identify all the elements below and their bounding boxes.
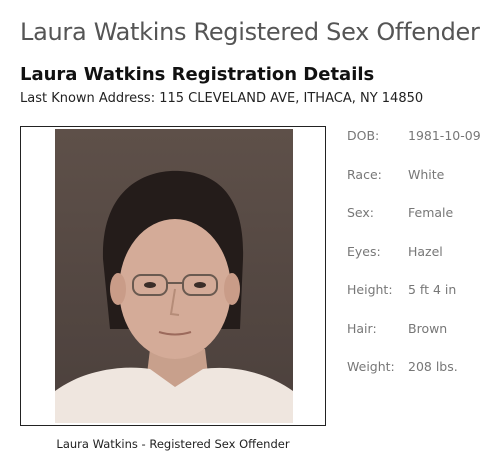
fact-value: 5 ft 4 in [408,282,457,297]
last-known-address: Last Known Address: 115 CLEVELAND AVE, I… [20,91,424,106]
fact-value: 1981-10-09 [408,128,481,143]
fact-label: Height: [347,282,393,297]
photo-caption: Laura Watkins - Registered Sex Offender [56,437,290,451]
photo-frame [20,126,326,426]
fact-value: Hazel [408,244,443,259]
fact-value: Brown [408,321,448,336]
fact-label: Weight: [347,359,395,374]
fact-value: White [408,167,445,182]
fact-label: DOB: [347,128,380,143]
registration-details-heading: Laura Watkins Registration Details [20,64,375,85]
mugshot-photo [55,129,293,423]
fact-label: Sex: [347,205,375,220]
fact-value: 208 lbs. [408,359,458,374]
page-title: Laura Watkins Registered Sex Offender [20,18,480,46]
fact-label: Hair: [347,321,377,336]
fact-label: Race: [347,167,382,182]
fact-value: Female [408,205,454,220]
fact-label: Eyes: [347,244,381,259]
